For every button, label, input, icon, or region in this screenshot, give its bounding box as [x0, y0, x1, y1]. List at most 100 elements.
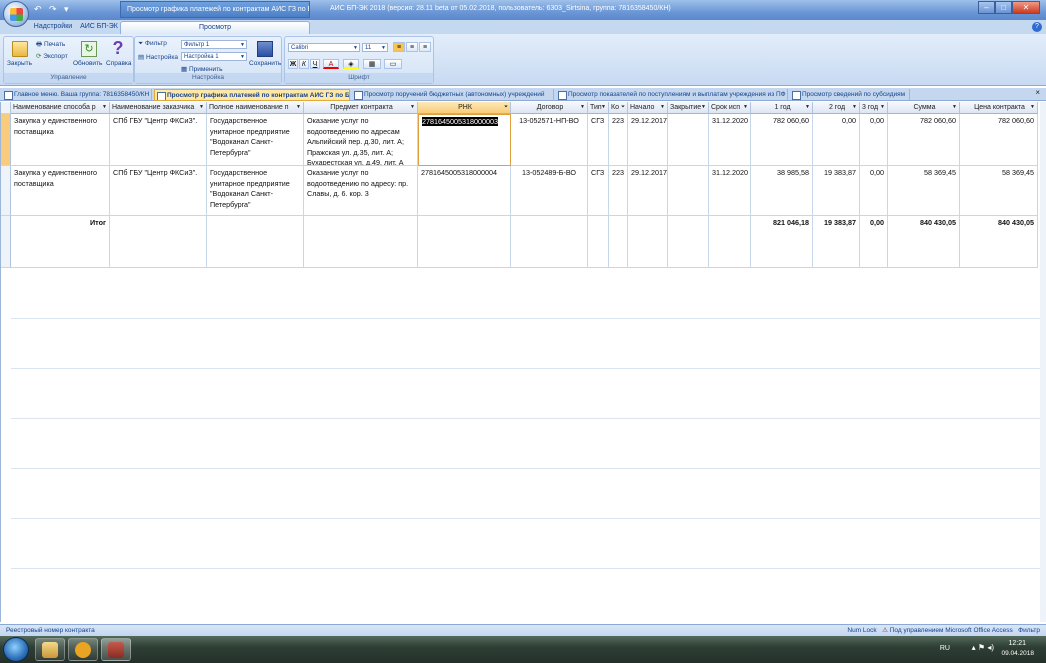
font-color-button[interactable]: А: [323, 59, 339, 69]
doc-tab-orders[interactable]: Просмотр поручений бюджетных (автономных…: [352, 89, 554, 101]
clock-time[interactable]: 12:21: [1008, 640, 1026, 647]
cell-customer[interactable]: СПб ГБУ "Центр ФКСиЗ".: [110, 166, 207, 216]
column-header-year2[interactable]: 2 год ▼: [813, 102, 860, 114]
setting-select[interactable]: Настройка 1 ▼: [181, 52, 247, 61]
tray-icons[interactable]: ▴ ⚑ ◂): [972, 643, 994, 652]
column-header-start[interactable]: Начало ▼: [628, 102, 668, 114]
cell-term[interactable]: 31.12.2020: [709, 114, 751, 166]
font-size-select[interactable]: 11 ▼: [362, 43, 388, 52]
setting-button[interactable]: ▤ Настройка: [138, 53, 178, 61]
cell-type[interactable]: СГЗ: [588, 166, 609, 216]
cell-year3[interactable]: 0,00: [860, 114, 888, 166]
align-left-icon[interactable]: ≡: [393, 42, 405, 52]
dropdown-arrow-icon[interactable]: ▼: [805, 102, 810, 113]
dropdown-arrow-icon[interactable]: ▼: [880, 102, 885, 113]
filter-select[interactable]: Фильтр 1 ▼: [181, 40, 247, 49]
cell-code[interactable]: 223: [609, 114, 628, 166]
doc-tab-indicators[interactable]: Просмотр показателей по поступлениям и в…: [556, 89, 788, 101]
column-header-price[interactable]: Цена контракта ▼: [960, 102, 1038, 114]
cell-year1[interactable]: 38 985,58: [751, 166, 813, 216]
cell-start[interactable]: 29.12.2017: [628, 114, 668, 166]
print-button[interactable]: 🖶 Печать: [36, 40, 65, 51]
cell-rnk-editing[interactable]: 2781645005318000003: [418, 114, 511, 166]
close-window-button[interactable]: ✕: [1012, 1, 1040, 14]
help-icon[interactable]: ?: [1032, 22, 1042, 32]
redo-icon[interactable]: ↷: [49, 4, 59, 14]
close-document-icon[interactable]: ×: [1035, 88, 1040, 97]
gridlines-icon[interactable]: ▦: [363, 59, 381, 69]
explorer-taskbar-button[interactable]: [35, 638, 65, 661]
tab-ais-bp-ek[interactable]: АИС БП-ЭК: [78, 21, 120, 34]
row-selector[interactable]: [1, 166, 11, 216]
cell-start[interactable]: 29.12.2017: [628, 166, 668, 216]
font-name-select[interactable]: Calibri ▼: [288, 43, 360, 52]
cell-code[interactable]: 223: [609, 166, 628, 216]
doc-tab-subsidies[interactable]: Просмотр сведений по субсидиям: [790, 89, 910, 101]
cell-year2[interactable]: 0,00: [813, 114, 860, 166]
clock-date[interactable]: 09.04.2018: [1001, 650, 1034, 657]
column-header-year1[interactable]: 1 год ▼: [751, 102, 813, 114]
column-header-contract[interactable]: Договор ▼: [511, 102, 588, 114]
bold-button[interactable]: Ж: [288, 59, 298, 69]
cell-contract[interactable]: 13-052571-НП-ВО: [511, 114, 588, 166]
volume-icon[interactable]: ◂): [987, 643, 994, 652]
save-button[interactable]: Сохранить: [249, 60, 281, 67]
cell-contract[interactable]: 13-052489-Б-ВО: [511, 166, 588, 216]
vertical-scrollbar[interactable]: [1040, 102, 1046, 622]
column-header-code[interactable]: Ко ⏷: [609, 102, 628, 114]
column-header-sum[interactable]: Сумма ▼: [888, 102, 960, 114]
export-button[interactable]: ⟳ Экспорт: [36, 52, 68, 60]
column-header-customer[interactable]: Наименование заказчика ▼: [110, 102, 207, 114]
network-icon[interactable]: ⚑: [978, 643, 985, 652]
cell-sum[interactable]: 58 369,45: [888, 166, 960, 216]
filter-applied-icon[interactable]: ⏷: [621, 102, 625, 113]
dropdown-arrow-icon[interactable]: ▼: [199, 102, 204, 113]
dropdown-arrow-icon[interactable]: ▼: [410, 102, 415, 113]
tab-view[interactable]: Просмотр: [120, 21, 310, 34]
row-selector[interactable]: [1, 216, 11, 268]
row-selector[interactable]: [1, 114, 11, 166]
cell-supplier[interactable]: Государственное унитарное предприятие "В…: [207, 114, 304, 166]
cell-term[interactable]: 31.12.2020: [709, 166, 751, 216]
dropdown-arrow-icon[interactable]: ▼: [580, 102, 585, 113]
cell-method[interactable]: Закупка у единственного поставщика: [11, 166, 110, 216]
dropdown-arrow-icon[interactable]: ▼: [701, 102, 706, 113]
close-button[interactable]: Закрыть: [7, 60, 32, 67]
cell-year2[interactable]: 19 383,87: [813, 166, 860, 216]
alternate-fill-icon[interactable]: ▭: [384, 59, 402, 69]
qat-dropdown-icon[interactable]: ▾: [64, 4, 74, 14]
datasheet-grid[interactable]: Наименование способа р ▼ Наименование зак…: [0, 102, 1040, 622]
cell-closed[interactable]: [668, 114, 709, 166]
refresh-button[interactable]: Обновить: [73, 60, 102, 67]
dropdown-arrow-icon[interactable]: ▼: [102, 102, 107, 113]
select-all-corner[interactable]: [1, 102, 11, 114]
cell-sum[interactable]: 782 060,60: [888, 114, 960, 166]
dropdown-arrow-icon[interactable]: ▼: [952, 102, 957, 113]
tab-addins[interactable]: Надстройки: [30, 21, 76, 34]
column-header-method[interactable]: Наименование способа р ▼: [11, 102, 110, 114]
cell-closed[interactable]: [668, 166, 709, 216]
filter-button[interactable]: ⏷ Фильтр: [138, 40, 167, 48]
language-indicator[interactable]: RU: [940, 645, 950, 652]
cell-year3[interactable]: 0,00: [860, 166, 888, 216]
filter-applied-icon[interactable]: ⏷: [504, 102, 508, 113]
start-button-icon[interactable]: [3, 637, 29, 662]
column-header-year3[interactable]: 3 год ▼: [860, 102, 888, 114]
fill-color-icon[interactable]: ◈: [343, 59, 359, 69]
cell-type[interactable]: СГЗ: [588, 114, 609, 166]
cell-subject[interactable]: Оказание услуг по водоотведению по адрес…: [304, 166, 418, 216]
undo-icon[interactable]: ↶: [34, 4, 44, 14]
underline-button[interactable]: Ч: [310, 59, 320, 69]
maximize-button[interactable]: □: [995, 1, 1012, 14]
column-header-subject[interactable]: Предмет контракта ▼: [304, 102, 418, 114]
dropdown-arrow-icon[interactable]: ▼: [743, 102, 748, 113]
dropdown-arrow-icon[interactable]: ▼: [660, 102, 665, 113]
align-right-icon[interactable]: ≡: [419, 42, 431, 52]
1c-taskbar-button[interactable]: [68, 638, 98, 661]
column-header-rnk[interactable]: РНК ⏷: [418, 102, 511, 114]
office-button[interactable]: [3, 1, 29, 27]
cell-method[interactable]: Закупка у единственного поставщика: [11, 114, 110, 166]
doc-tab-main-menu[interactable]: Главное меню. Ваша группа: 7816358450/КН: [2, 89, 152, 101]
access-taskbar-button[interactable]: [101, 638, 131, 661]
align-center-icon[interactable]: ≡: [406, 42, 418, 52]
